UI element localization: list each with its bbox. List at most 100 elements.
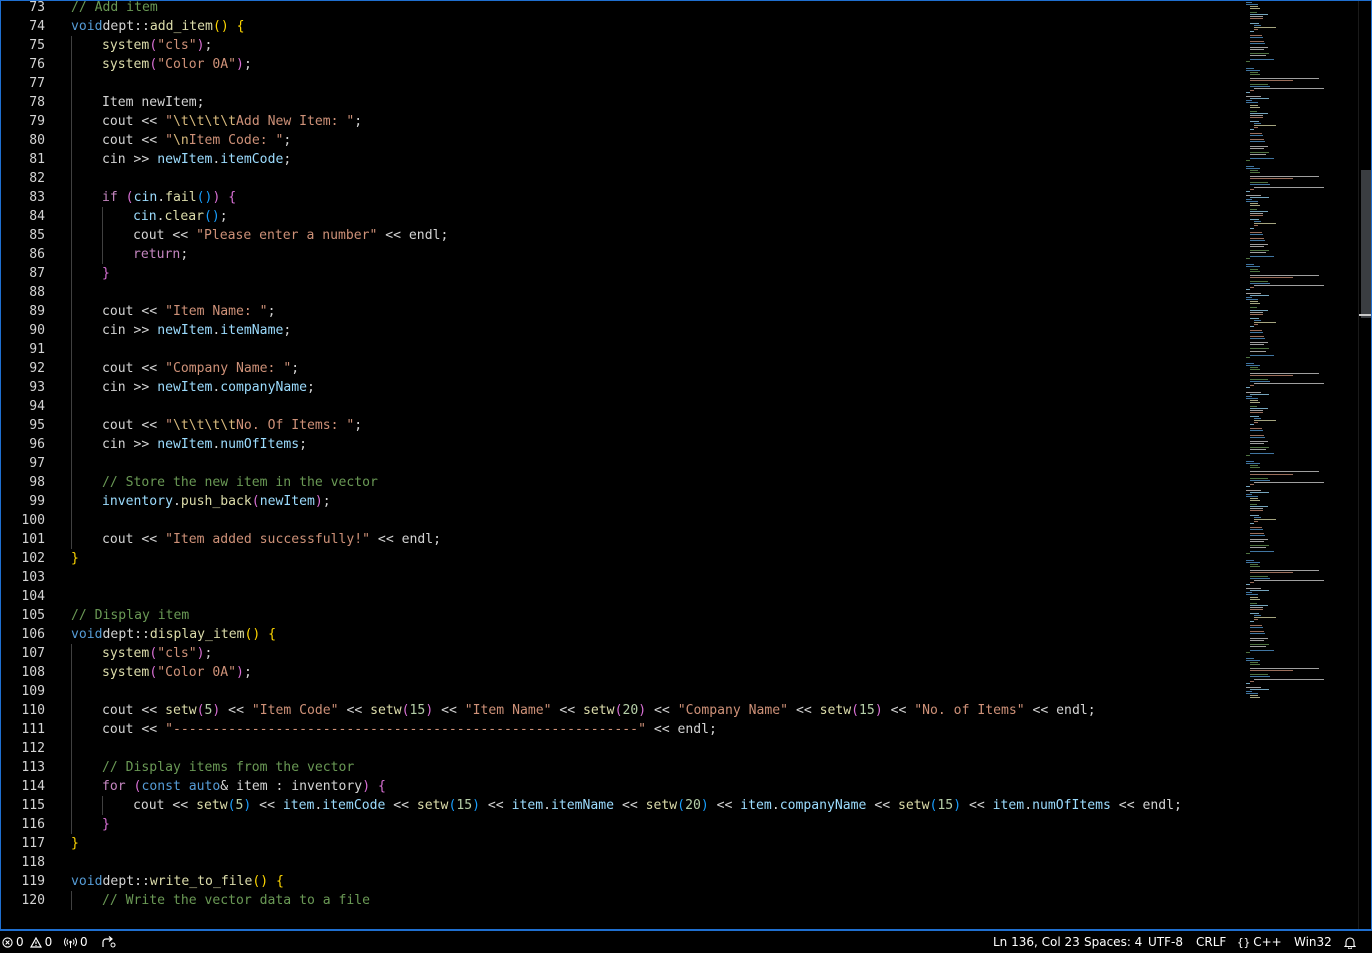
code-line[interactable]: 112 [0,739,1240,758]
code-line[interactable]: 120 // Write the vector data to a file [0,891,1240,910]
code-line[interactable]: 76 system("Color 0A"); [0,55,1240,74]
code-line[interactable]: 86 return; [0,245,1240,264]
line-number: 88 [29,285,45,300]
code-line[interactable]: 114 for (const auto& item : inventory) { [0,777,1240,796]
minimap-line [1254,614,1261,616]
minimap-line [1246,489,1261,491]
code-line[interactable]: 113 // Display items from the vector [0,758,1240,777]
code-token: << endl; [377,228,449,243]
bell-icon [1344,936,1356,949]
minimap[interactable] [1240,0,1358,930]
code-line[interactable]: 84 cin.clear(); [0,207,1240,226]
code-line[interactable]: 77 [0,74,1240,93]
code-token: () [203,209,220,224]
code-line[interactable]: 99 inventory.push_back(newItem); [0,492,1240,511]
code-line[interactable]: 102} [0,549,1240,568]
scrollbar-thumb[interactable] [1361,170,1371,318]
code-token: newItem [157,323,213,338]
code-line[interactable]: 87} [0,264,1240,283]
code-line[interactable]: 80 cout << "\nItem Code: "; [0,131,1240,150]
line-text: voiddept::add_item() { [71,17,245,36]
encoding-selector[interactable]: UTF-8 [1148,931,1183,953]
minimap-line [1250,237,1264,239]
minimap-line [1250,110,1258,112]
cursor-position[interactable]: Ln 136, Col 23 [993,931,1080,953]
code-line[interactable]: 79 cout << "\t\t\t\tAdd New Item: "; [0,112,1240,131]
code-line[interactable]: 78 Item newItem; [0,93,1240,112]
code-line[interactable]: 91 [0,340,1240,359]
code-token: auto [188,779,221,794]
code-line[interactable]: 116} [0,815,1240,834]
minimap-line [1250,16,1264,18]
code-lines[interactable]: 73// Add item 74 voiddept::add_item() {75 s… [0,0,1240,910]
code-token: cin [133,190,158,205]
code-token: () [212,19,229,34]
line-text: cout << "\t\t\t\tAdd New Item: "; [102,112,362,131]
code-line[interactable]: 108 system("Color 0A"); [0,663,1240,682]
problems-indicator[interactable]: 0 0 [2,931,52,953]
code-line[interactable]: 88 [0,283,1240,302]
code-line[interactable]: 92 cout << "Company Name: "; [0,359,1240,378]
code-token: ( [227,798,236,813]
indent-guide [71,359,72,378]
minimap-line [1250,582,1254,584]
code-line[interactable]: 100 [0,511,1240,530]
code-line[interactable]: 81 cin >> newItem.itemCode; [0,150,1240,169]
code-line[interactable]: 109 [0,682,1240,701]
notifications-button[interactable] [1344,931,1356,953]
language-mode-selector[interactable]: {} C++ [1237,931,1282,953]
code-line[interactable]: 74 voiddept::add_item() { [0,17,1240,36]
minimap-line [1250,114,1264,116]
code-line[interactable]: 119 voiddept::write_to_file() { [0,872,1240,891]
code-line[interactable]: 98 // Store the new item in the vector [0,473,1240,492]
code-line[interactable]: 105 // Display item [0,606,1240,625]
ports-indicator[interactable]: 0 [64,931,88,953]
live-share-button[interactable] [102,931,116,953]
line-text: } [102,815,110,834]
line-ending-selector[interactable]: CRLF [1196,931,1226,953]
indentation-selector[interactable]: Spaces: 4 [1084,931,1142,953]
code-line[interactable]: 117} [0,834,1240,853]
minimap-line [1250,295,1269,297]
line-number: 109 [21,684,45,699]
indent-guide [102,207,103,226]
code-line[interactable]: 118 [0,853,1240,872]
code-token: cout << [102,722,166,737]
line-text: // Add item [71,0,158,17]
code-line[interactable]: 83 if (cin.fail()) { [0,188,1240,207]
minimap-line [1254,88,1324,90]
code-line[interactable]: 90 cin >> newItem.itemName; [0,321,1240,340]
code-line[interactable]: 104 [0,587,1240,606]
code-line[interactable]: 73 // Add item [0,0,1240,17]
code-line[interactable]: 94 [0,397,1240,416]
code-line[interactable]: 115 cout << setw(5) << item.itemCode << s… [0,796,1240,815]
code-line[interactable]: 97 [0,454,1240,473]
minimap-line [1250,598,1261,600]
line-text: for (const auto& item : inventory) { [102,777,386,796]
configuration-selector[interactable]: Win32 [1294,931,1332,953]
code-line[interactable]: 111 cout << "----------------------------… [0,720,1240,739]
vertical-scrollbar[interactable] [1358,0,1372,930]
code-token: // Store the new item in the vector [102,475,378,490]
line-text: cout << "\nItem Code: "; [102,131,291,150]
minimap-line [1250,170,1258,172]
code-line[interactable]: 75 system("cls"); [0,36,1240,55]
code-line[interactable]: 103 [0,568,1240,587]
line-text: if (cin.fail()) { [102,188,236,207]
code-line[interactable]: 101 cout << "Item added successfully!" <<… [0,530,1240,549]
code-line[interactable]: 106 voiddept::display_item() { [0,625,1240,644]
code-line[interactable]: 110 cout << setw(5) << "Item Code" << set… [0,701,1240,720]
minimap-line [1250,231,1263,233]
code-line[interactable]: 85 cout << "Please enter a number" << end… [0,226,1240,245]
code-line[interactable]: 89 cout << "Item Name: "; [0,302,1240,321]
code-editor[interactable]: 73// Add item 74 voiddept::add_item() {75 s… [0,0,1372,930]
line-text: cout << "Item Name: "; [102,302,275,321]
code-line[interactable]: 82 [0,169,1240,188]
code-line[interactable]: 96 cin >> newItem.numOfItems; [0,435,1240,454]
code-line[interactable]: 107 system("cls"); [0,644,1240,663]
code-line[interactable]: 93 cin >> newItem.companyName; [0,378,1240,397]
minimap-line [1250,514,1260,516]
code-line[interactable]: 95 cout << "\t\t\t\tNo. Of Items: "; [0,416,1240,435]
code-token: ; [283,152,292,167]
indent-guide [71,739,72,758]
